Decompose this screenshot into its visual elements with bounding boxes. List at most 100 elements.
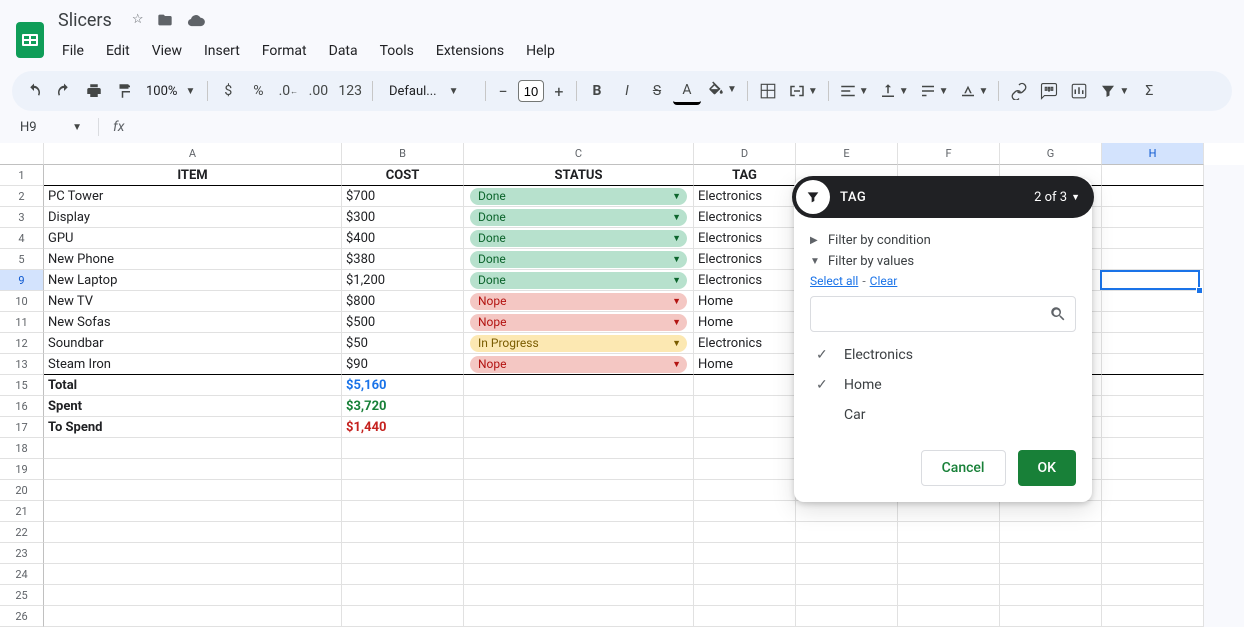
- name-box[interactable]: H9▼: [12, 115, 90, 139]
- cell[interactable]: [44, 438, 342, 459]
- cell[interactable]: [464, 564, 694, 585]
- cell[interactable]: [694, 522, 796, 543]
- cell[interactable]: [898, 585, 1000, 606]
- cell[interactable]: [1102, 501, 1204, 522]
- row-header[interactable]: 4: [0, 228, 44, 249]
- status-chip[interactable]: Done▼: [470, 209, 687, 226]
- select-all-corner[interactable]: [0, 143, 44, 165]
- cell[interactable]: [44, 480, 342, 501]
- cell[interactable]: [1000, 606, 1102, 627]
- cell[interactable]: Soundbar: [44, 333, 342, 354]
- cell[interactable]: [1102, 312, 1204, 333]
- row-header[interactable]: 20: [0, 480, 44, 501]
- menu-format[interactable]: Format: [252, 37, 317, 65]
- link-button[interactable]: [1005, 77, 1033, 105]
- row-header[interactable]: 24: [0, 564, 44, 585]
- cell[interactable]: [1102, 564, 1204, 585]
- cell[interactable]: [1102, 438, 1204, 459]
- cell[interactable]: $400: [342, 228, 464, 249]
- cell[interactable]: $90: [342, 354, 464, 375]
- cell[interactable]: $300: [342, 207, 464, 228]
- cell[interactable]: [796, 522, 898, 543]
- cell[interactable]: [694, 501, 796, 522]
- cell[interactable]: Electronics: [694, 228, 796, 249]
- row-header[interactable]: 16: [0, 396, 44, 417]
- cell[interactable]: [342, 606, 464, 627]
- cell[interactable]: $380: [342, 249, 464, 270]
- cell[interactable]: [464, 480, 694, 501]
- cell[interactable]: [1102, 333, 1204, 354]
- menu-view[interactable]: View: [142, 37, 192, 65]
- cell[interactable]: [694, 480, 796, 501]
- row-header[interactable]: 18: [0, 438, 44, 459]
- search-input[interactable]: [819, 307, 1049, 322]
- status-chip[interactable]: Done▼: [470, 272, 687, 289]
- row-header[interactable]: 21: [0, 501, 44, 522]
- cell[interactable]: [44, 585, 342, 606]
- status-chip[interactable]: Nope▼: [470, 293, 687, 310]
- cell[interactable]: $800: [342, 291, 464, 312]
- col-header[interactable]: A: [44, 143, 342, 165]
- cell[interactable]: [44, 564, 342, 585]
- percent-button[interactable]: %: [244, 77, 272, 105]
- status-chip[interactable]: In Progress▼: [470, 335, 687, 352]
- cell[interactable]: [1102, 396, 1204, 417]
- cancel-button[interactable]: Cancel: [921, 450, 1006, 486]
- col-header[interactable]: H: [1102, 143, 1204, 165]
- cell[interactable]: [464, 543, 694, 564]
- filter-button[interactable]: ▼: [1095, 77, 1133, 105]
- cell[interactable]: [694, 438, 796, 459]
- cell[interactable]: Electronics: [694, 270, 796, 291]
- slicer-header[interactable]: TAG 2 of 3▼: [792, 176, 1094, 218]
- cell[interactable]: [694, 585, 796, 606]
- cell[interactable]: Spent: [44, 396, 342, 417]
- row-header[interactable]: 1: [0, 165, 44, 186]
- cell[interactable]: [342, 459, 464, 480]
- cell[interactable]: [1000, 543, 1102, 564]
- cell[interactable]: [342, 564, 464, 585]
- font-size-input[interactable]: [518, 80, 544, 102]
- cell[interactable]: [694, 459, 796, 480]
- status-chip[interactable]: Nope▼: [470, 314, 687, 331]
- cell[interactable]: Electronics: [694, 207, 796, 228]
- cell[interactable]: [1000, 564, 1102, 585]
- cell[interactable]: [898, 564, 1000, 585]
- cell[interactable]: [44, 522, 342, 543]
- cell[interactable]: [1102, 543, 1204, 564]
- cell[interactable]: [796, 543, 898, 564]
- cell[interactable]: Electronics: [694, 333, 796, 354]
- cell[interactable]: Done▼: [464, 249, 694, 270]
- row-header[interactable]: 25: [0, 585, 44, 606]
- cell[interactable]: [694, 375, 796, 396]
- menu-tools[interactable]: Tools: [370, 37, 424, 65]
- paint-format-button[interactable]: [110, 77, 138, 105]
- cell[interactable]: [1102, 606, 1204, 627]
- doc-title[interactable]: Slicers: [52, 8, 118, 33]
- cell[interactable]: [44, 606, 342, 627]
- cell[interactable]: To Spend: [44, 417, 342, 438]
- row-header[interactable]: 23: [0, 543, 44, 564]
- decrease-decimal-button[interactable]: .0←: [274, 77, 302, 105]
- cell[interactable]: [342, 522, 464, 543]
- rotate-button[interactable]: ▼: [955, 77, 993, 105]
- col-header[interactable]: G: [1000, 143, 1102, 165]
- row-header[interactable]: 17: [0, 417, 44, 438]
- formula-input[interactable]: [138, 120, 1236, 135]
- borders-button[interactable]: [754, 77, 782, 105]
- menu-edit[interactable]: Edit: [96, 37, 140, 65]
- more-formats-button[interactable]: 123: [334, 77, 366, 105]
- row-header[interactable]: 22: [0, 522, 44, 543]
- cell[interactable]: Steam Iron: [44, 354, 342, 375]
- cell[interactable]: New Phone: [44, 249, 342, 270]
- cell[interactable]: Home: [694, 354, 796, 375]
- cell[interactable]: [1000, 522, 1102, 543]
- cell[interactable]: Display: [44, 207, 342, 228]
- cell[interactable]: GPU: [44, 228, 342, 249]
- menu-extensions[interactable]: Extensions: [426, 37, 514, 65]
- cell[interactable]: Done▼: [464, 270, 694, 291]
- cell[interactable]: Nope▼: [464, 312, 694, 333]
- cell[interactable]: [694, 543, 796, 564]
- filter-by-condition[interactable]: ▶Filter by condition: [810, 230, 1076, 251]
- cell[interactable]: [796, 501, 898, 522]
- undo-button[interactable]: [20, 77, 48, 105]
